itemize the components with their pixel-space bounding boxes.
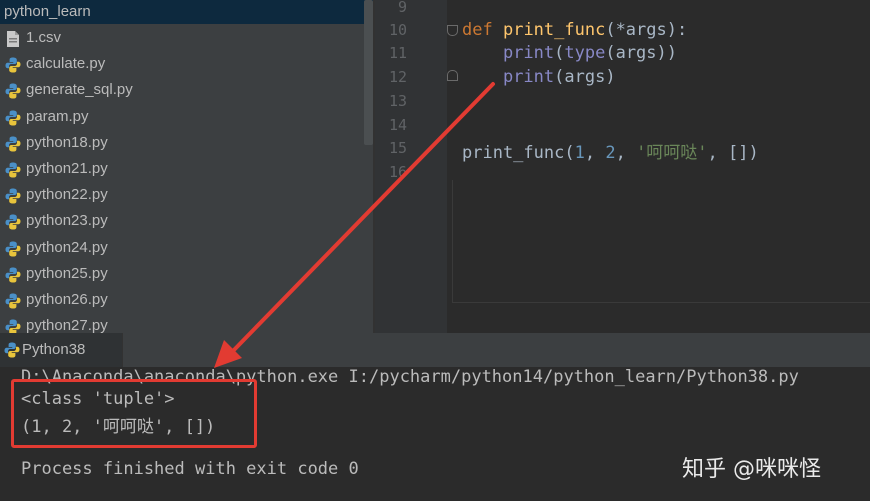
editor-divider-vertical bbox=[452, 180, 453, 302]
file-item[interactable]: calculate.py bbox=[4, 53, 344, 77]
file-name: python23.py bbox=[26, 212, 108, 230]
file-item[interactable]: python23.py bbox=[4, 210, 344, 234]
csv-file-icon bbox=[4, 30, 22, 48]
run-toolbar: Python38 bbox=[0, 333, 870, 367]
run-tab[interactable]: Python38 bbox=[0, 333, 123, 367]
python-file-icon bbox=[4, 109, 22, 127]
file-item[interactable]: param.py bbox=[4, 106, 344, 130]
file-name: python27.py bbox=[26, 317, 108, 333]
project-tree: python_learn 1.csv calculate.py generate_s… bbox=[0, 0, 373, 333]
file-name: python24.py bbox=[26, 238, 108, 256]
python-file-icon bbox=[4, 135, 22, 153]
file-item[interactable]: python21.py bbox=[4, 158, 344, 182]
python-run-icon bbox=[4, 342, 20, 358]
file-item[interactable]: python22.py bbox=[4, 184, 344, 208]
python-file-icon bbox=[4, 56, 22, 74]
line-number: 13 bbox=[388, 92, 407, 110]
python-file-icon bbox=[4, 292, 22, 310]
project-folder-row[interactable]: python_learn bbox=[0, 0, 373, 24]
python-file-icon bbox=[4, 187, 22, 205]
file-name: calculate.py bbox=[26, 55, 106, 73]
python-file-icon bbox=[4, 266, 22, 284]
file-name: python18.py bbox=[26, 133, 108, 151]
fold-end-icon[interactable] bbox=[447, 70, 458, 81]
file-name: python22.py bbox=[26, 186, 108, 204]
code-line-11: print(type(args)) bbox=[502, 43, 677, 63]
run-tab-label: Python38 bbox=[22, 341, 86, 358]
file-name: param.py bbox=[26, 107, 89, 125]
line-number: 15 bbox=[388, 139, 407, 157]
line-number-gutter: 9 10 11 12 13 14 15 16 bbox=[375, 0, 447, 333]
code-editor[interactable]: def print_func(*args): print(type(args))… bbox=[447, 0, 870, 333]
file-item[interactable]: generate_sql.py bbox=[4, 79, 344, 103]
file-name: generate_sql.py bbox=[26, 81, 133, 99]
python-file-icon bbox=[4, 240, 22, 258]
file-name: 1.csv bbox=[26, 29, 62, 46]
code-line-12: print(args) bbox=[502, 67, 616, 87]
python-file-icon bbox=[4, 318, 22, 333]
file-item[interactable]: python24.py bbox=[4, 237, 344, 261]
line-number: 9 bbox=[397, 0, 407, 16]
project-folder-name: python_learn bbox=[4, 3, 91, 20]
python-file-icon bbox=[4, 82, 22, 100]
file-name: python26.py bbox=[26, 291, 108, 308]
file-name: python25.py bbox=[26, 264, 108, 282]
file-name: python21.py bbox=[26, 160, 108, 177]
output-highlight-box bbox=[11, 379, 257, 448]
sidebar-scrollbar[interactable] bbox=[364, 0, 373, 145]
console-exit-message: Process finished with exit code 0 bbox=[21, 459, 359, 479]
file-item[interactable]: 1.csv bbox=[4, 27, 344, 51]
editor-divider-horizontal bbox=[452, 302, 870, 303]
line-number: 12 bbox=[388, 68, 407, 86]
line-number: 16 bbox=[388, 163, 407, 181]
file-item[interactable]: python25.py bbox=[4, 263, 344, 287]
watermark: 知乎 @咪咪怪 bbox=[682, 457, 821, 482]
line-number: 14 bbox=[388, 116, 407, 134]
line-number: 10 bbox=[388, 21, 407, 39]
code-line-10: def print_func(*args): bbox=[462, 20, 688, 40]
code-line-15: print_func(1, 2, '呵呵哒', []) bbox=[462, 143, 759, 163]
python-file-icon bbox=[4, 213, 22, 231]
python-file-icon bbox=[4, 161, 22, 179]
file-item[interactable]: python18.py bbox=[4, 132, 344, 156]
line-number: 11 bbox=[388, 44, 407, 62]
file-item[interactable]: python27.py bbox=[4, 315, 344, 333]
fold-start-icon[interactable] bbox=[447, 25, 458, 36]
file-item[interactable]: python26.py bbox=[4, 289, 344, 313]
